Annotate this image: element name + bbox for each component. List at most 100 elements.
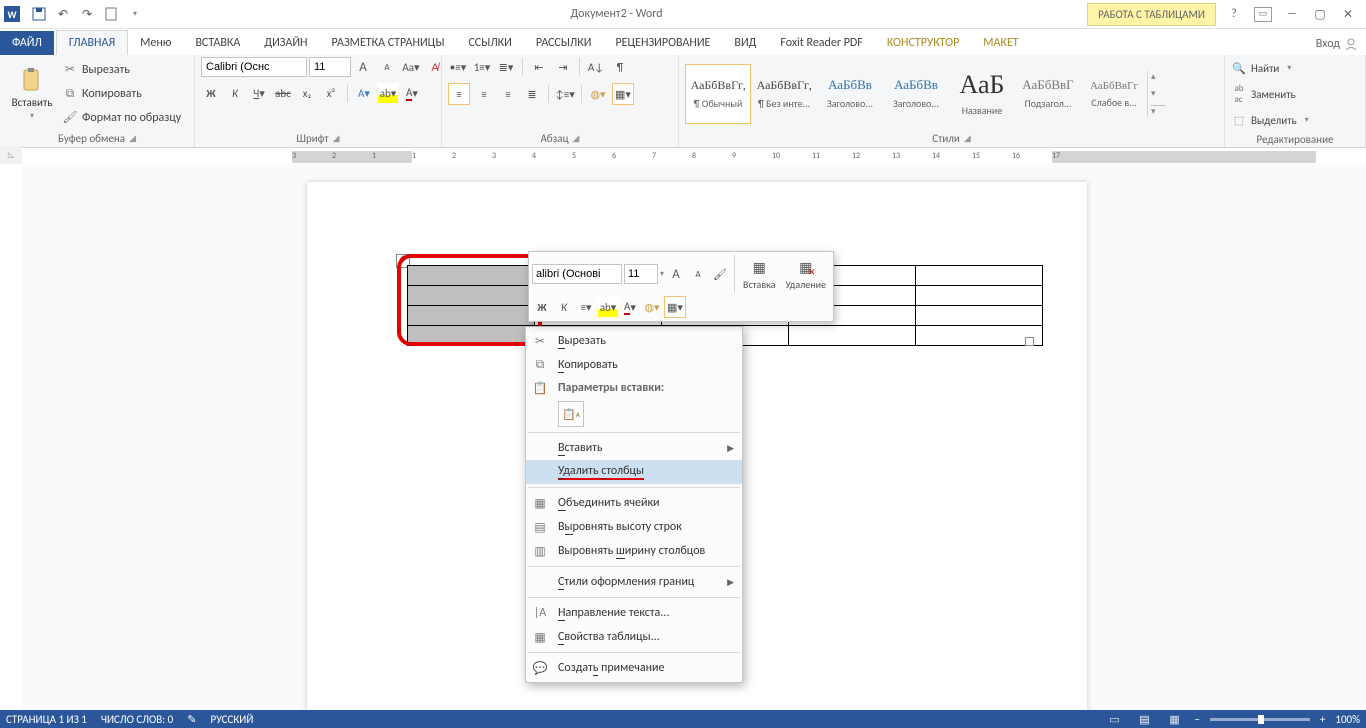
- mini-italic-icon[interactable]: К: [554, 297, 574, 317]
- align-right-icon[interactable]: ≡: [498, 84, 518, 104]
- ctx-insert[interactable]: Вставить▶: [526, 436, 742, 460]
- ctx-copy[interactable]: ⧉Копировать: [526, 353, 742, 377]
- status-lang[interactable]: РУССКИЙ: [210, 713, 253, 726]
- tab-file[interactable]: ФАЙЛ: [0, 31, 54, 55]
- style-item[interactable]: АаБбВвГПодзагол...: [1015, 64, 1081, 124]
- ctx-distribute-rows[interactable]: ▤Выровнять высоту строк: [526, 515, 742, 539]
- tab-home[interactable]: ГЛАВНАЯ: [56, 30, 128, 55]
- justify-icon[interactable]: ≣: [522, 84, 542, 104]
- mini-delete-button[interactable]: ▦✕Удаление: [781, 258, 830, 291]
- close-icon[interactable]: ✕: [1340, 7, 1356, 22]
- style-item[interactable]: АаБбВвЗаголово...: [883, 64, 949, 124]
- table-resize-handle[interactable]: [1025, 337, 1034, 346]
- tab-table-layout[interactable]: МАКЕТ: [971, 31, 1030, 55]
- mini-font-color-icon[interactable]: A▾: [620, 297, 640, 317]
- ruler-corner[interactable]: ◺: [0, 146, 23, 165]
- bold-icon[interactable]: Ж: [201, 83, 221, 103]
- style-item[interactable]: АаБНазвание: [949, 64, 1015, 124]
- numbering-icon[interactable]: 1≡▾: [472, 57, 492, 77]
- ctx-new-comment[interactable]: 💬Создать примечание: [526, 656, 742, 680]
- tab-page-layout[interactable]: РАЗМЕТКА СТРАНИЦЫ: [320, 31, 457, 55]
- tab-mailings[interactable]: РАССЫЛКИ: [524, 31, 604, 55]
- tab-references[interactable]: ССЫЛКИ: [456, 31, 523, 55]
- styles-dialog-icon[interactable]: ◢: [964, 133, 971, 144]
- shrink-font-icon[interactable]: A: [377, 57, 397, 77]
- mini-insert-button[interactable]: ▦Вставка: [739, 258, 779, 291]
- mini-shrink-font-icon[interactable]: A: [688, 264, 708, 284]
- save-icon[interactable]: [28, 3, 50, 25]
- select-button[interactable]: ⬚Выделить▾: [1231, 109, 1309, 131]
- ctx-distribute-cols[interactable]: ▥Выровнять ширину столбцов: [526, 539, 742, 563]
- view-print-icon[interactable]: ▤: [1134, 712, 1154, 726]
- align-center-icon[interactable]: ≡: [474, 84, 494, 104]
- mini-bold-icon[interactable]: Ж: [532, 297, 552, 317]
- borders-icon[interactable]: ▦▾: [612, 83, 634, 105]
- show-marks-icon[interactable]: ¶: [610, 57, 630, 77]
- tab-menu[interactable]: Меню: [128, 31, 183, 55]
- paragraph-dialog-icon[interactable]: ◢: [573, 133, 580, 144]
- zoom-out-icon[interactable]: −: [1194, 713, 1199, 726]
- style-item[interactable]: АаБбВвЗаголово...: [817, 64, 883, 124]
- paste-button[interactable]: Вставить ▾: [6, 66, 58, 121]
- shading-icon[interactable]: ◍▾: [588, 84, 608, 104]
- find-button[interactable]: 🔍Найти▾: [1231, 57, 1291, 79]
- minimize-icon[interactable]: ―: [1284, 7, 1300, 22]
- new-doc-icon[interactable]: [100, 3, 122, 25]
- ribbon-display-icon[interactable]: ▭: [1254, 7, 1272, 22]
- paste-keep-icon[interactable]: 📋A: [558, 401, 584, 427]
- view-read-icon[interactable]: ▭: [1104, 712, 1124, 726]
- clipboard-dialog-icon[interactable]: ◢: [129, 133, 136, 144]
- tab-view[interactable]: ВИД: [722, 31, 768, 55]
- tab-table-design[interactable]: КОНСТРУКТОР: [875, 31, 971, 55]
- font-dialog-icon[interactable]: ◢: [333, 133, 340, 144]
- format-painter-button[interactable]: 🖌Формат по образцу: [62, 107, 181, 129]
- ctx-merge-cells[interactable]: ▦Объединить ячейки: [526, 491, 742, 515]
- styles-more-icon[interactable]: ▴▾▾: [1147, 71, 1165, 117]
- font-color-icon[interactable]: A▾: [402, 83, 422, 103]
- line-spacing-icon[interactable]: ↕≡▾: [555, 84, 575, 104]
- status-words[interactable]: ЧИСЛО СЛОВ: 0: [101, 713, 173, 726]
- mini-format-painter-icon[interactable]: 🖌: [710, 264, 730, 284]
- sign-in[interactable]: Вход: [1308, 33, 1366, 55]
- status-page[interactable]: СТРАНИЦА 1 ИЗ 1: [6, 713, 87, 726]
- mini-size-combo[interactable]: [624, 264, 658, 284]
- redo-icon[interactable]: ↷: [76, 3, 98, 25]
- replace-button[interactable]: abacЗаменить: [1231, 83, 1296, 105]
- mini-font-combo[interactable]: [532, 264, 622, 284]
- status-proof-icon[interactable]: ✎: [187, 713, 196, 726]
- highlight-icon[interactable]: ab▾: [378, 83, 398, 103]
- style-item[interactable]: АаБбВвГг,¶ Без инте...: [751, 64, 817, 124]
- sort-icon[interactable]: A↓: [586, 57, 606, 77]
- tab-foxit[interactable]: Foxit Reader PDF: [768, 31, 874, 55]
- multilevel-icon[interactable]: ≣▾: [496, 57, 516, 77]
- text-effects-icon[interactable]: A▾: [354, 83, 374, 103]
- tab-insert[interactable]: ВСТАВКА: [183, 31, 252, 55]
- font-size-combo[interactable]: [309, 57, 351, 77]
- qat-more-icon[interactable]: ▾: [124, 3, 146, 25]
- italic-icon[interactable]: К: [225, 83, 245, 103]
- mini-borders-icon[interactable]: ▦▾: [664, 296, 686, 318]
- tab-review[interactable]: РЕЦЕНЗИРОВАНИЕ: [603, 31, 722, 55]
- tab-design[interactable]: ДИЗАЙН: [252, 31, 319, 55]
- strike-icon[interactable]: abc: [273, 83, 293, 103]
- dec-indent-icon[interactable]: ⇤: [529, 57, 549, 77]
- copy-button[interactable]: ⧉Копировать: [62, 83, 181, 105]
- undo-icon[interactable]: ↶: [52, 3, 74, 25]
- zoom-in-icon[interactable]: +: [1320, 713, 1325, 726]
- style-item[interactable]: АаБбВвГг,¶ Обычный: [685, 64, 751, 124]
- ctx-border-styles[interactable]: Стили оформления границ▶: [526, 570, 742, 594]
- change-case-icon[interactable]: Aa▾: [401, 57, 421, 77]
- ctx-cut[interactable]: ✂Вырезать: [526, 329, 742, 353]
- help-icon[interactable]: ?: [1226, 7, 1242, 22]
- superscript-icon[interactable]: x²: [321, 83, 341, 103]
- mini-highlight-icon[interactable]: ab▾: [598, 297, 618, 317]
- bullets-icon[interactable]: •≡▾: [448, 57, 468, 77]
- ctx-text-direction[interactable]: |AНаправление текста...: [526, 601, 742, 625]
- subscript-icon[interactable]: x₂: [297, 83, 317, 103]
- mini-shading-icon[interactable]: ◍▾: [642, 297, 662, 317]
- view-web-icon[interactable]: ▦: [1164, 712, 1184, 726]
- mini-grow-font-icon[interactable]: A: [666, 264, 686, 284]
- maximize-icon[interactable]: ▢: [1312, 7, 1328, 22]
- ctx-delete-columns[interactable]: Удалить столбцы: [526, 460, 742, 484]
- cut-button[interactable]: ✂Вырезать: [62, 59, 181, 81]
